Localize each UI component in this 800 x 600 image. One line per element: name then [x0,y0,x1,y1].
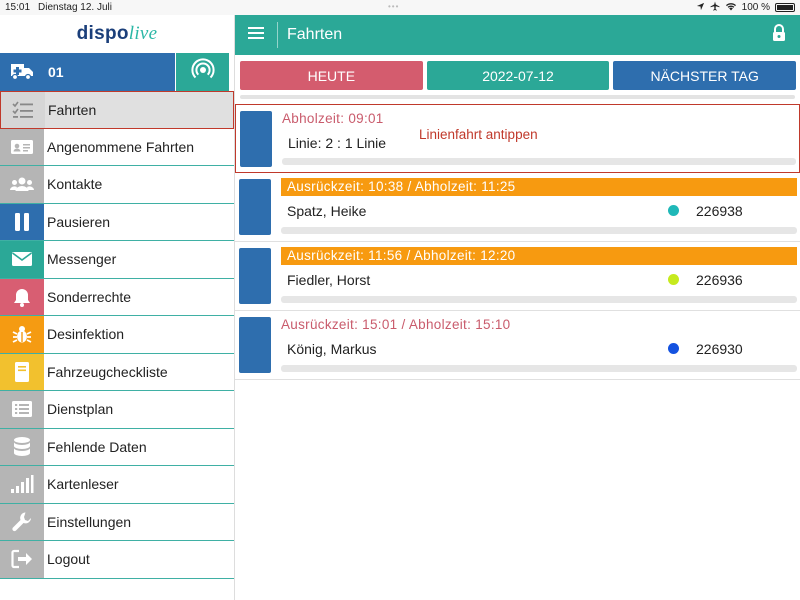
bug-icon [0,316,44,353]
sidebar-item-dienstplan[interactable]: Dienstplan [0,391,234,429]
sidebar-item-kartenleser[interactable]: Kartenleser [0,466,234,504]
sidebar-item-fahrten[interactable]: Fahrten [0,91,234,129]
wrench-icon [0,503,44,540]
trip-progress [282,158,796,165]
trip-time: Ausrückzeit: 10:38 / Abholzeit: 11:25 [281,178,797,196]
trip-number: 226938 [696,203,743,219]
vehicle-number: 01 [48,64,64,80]
broadcast-icon [191,57,215,87]
page-title: Fahrten [287,26,343,43]
trip-name: König, Markus [287,341,377,357]
trip-progress [281,365,797,372]
menu-button[interactable] [235,15,277,55]
app-header: Fahrten [235,15,800,55]
sidebar-item-sonderrechte[interactable]: Sonderrechte [0,278,234,316]
sidebar-item-label: Dienstplan [47,401,114,418]
trip-name: Fiedler, Horst [287,272,371,288]
pause-icon [0,203,44,240]
trip-time: Ausrückzeit: 11:56 / Abholzeit: 12:20 [281,247,797,265]
sidebar-item-label: Messenger [47,251,117,268]
trip-card[interactable]: Ausrückzeit: 15:01 / Abholzeit: 15:10 Kö… [235,311,800,380]
trip-status-marker [239,248,271,304]
sidebar-item-messenger[interactable]: Messenger [0,241,234,279]
trip-status-marker [240,111,272,167]
battery-percent: 100 % [741,2,770,13]
bell-icon [0,278,44,315]
trip-name: Linie: 2 : 1 Linie [288,135,387,151]
status-date: Dienstag 12. Juli [38,2,112,13]
trip-card[interactable]: Ausrückzeit: 10:38 / Abholzeit: 11:25 Sp… [235,173,800,242]
airplane-icon [710,1,720,14]
book-icon [0,353,44,390]
radio-status-button[interactable] [176,53,230,91]
trip-list: Abholzeit: 09:01 Linie: 2 : 1 Linie Lini… [235,104,800,380]
sidebar-item-label: Angenommene Fahrten [47,138,195,155]
battery-icon [775,3,795,12]
trip-status-dot [668,274,679,285]
multitask-dots[interactable]: ••• [388,2,399,11]
sidebar-item-kontakte[interactable]: Kontakte [0,166,234,204]
trip-time: Ausrückzeit: 15:01 / Abholzeit: 15:10 [281,317,511,332]
app-logo: dispo live [0,15,234,53]
trip-status-dot [668,343,679,354]
sidebar-item-label: Fahrten [48,101,97,118]
sidebar-item-label: Fehlende Daten [47,438,147,455]
location-icon [696,2,705,14]
vehicle-selector[interactable]: 01 [0,53,176,91]
ambulance-icon [10,62,34,83]
status-time: 15:01 [5,2,31,13]
trip-time: Abholzeit: 09:01 [282,111,384,126]
list-check-icon [1,92,45,128]
database-icon [0,428,44,465]
users-icon [0,166,44,203]
sidebar-item-label: Sonderrechte [47,288,132,305]
trip-number: 226930 [696,341,743,357]
sidebar-item-fahrzeugcheckliste[interactable]: Fahrzeugcheckliste [0,353,234,391]
envelope-icon [0,241,44,278]
id-card-icon [0,128,44,165]
sidebar-item-label: Kontakte [47,176,103,193]
trip-status-marker [239,179,271,235]
day-navigation: HEUTE 2022-07-12 NÄCHSTER TAG [240,61,797,90]
sidebar-item-label: Pausieren [47,213,111,230]
sidebar-item-fehlende-daten[interactable]: Fehlende Daten [0,428,234,466]
pull-indicator [240,95,795,99]
trip-name: Spatz, Heike [287,203,367,219]
vehicle-row: 01 [0,53,235,91]
today-button[interactable]: HEUTE [240,61,423,90]
signal-bars-icon [0,466,44,503]
logout-icon [0,541,44,578]
lock-icon[interactable] [772,23,786,47]
trip-status-dot [668,205,679,216]
hamburger-icon [248,26,264,45]
sidebar-nav: Fahrten Angenommene Fahrten Kontakte Pau… [0,91,234,579]
next-day-button[interactable]: NÄCHSTER TAG [613,61,797,90]
date-button[interactable]: 2022-07-12 [426,61,610,90]
sidebar-item-angenommene-fahrten[interactable]: Angenommene Fahrten [0,128,234,166]
sidebar: dispo live 01 Fahrten Angenommene Fahrte… [0,15,235,600]
sidebar-item-label: Fahrzeugcheckliste [47,363,168,380]
trip-hint: Linienfahrt antippen [419,127,538,142]
sidebar-item-label: Einstellungen [47,513,132,530]
spacer [229,53,235,91]
sidebar-item-label: Desinfektion [47,326,125,343]
list-icon [0,391,44,428]
trip-card[interactable]: Ausrückzeit: 11:56 / Abholzeit: 12:20 Fi… [235,242,800,311]
trip-progress [281,296,797,303]
trip-card[interactable]: Abholzeit: 09:01 Linie: 2 : 1 Linie Lini… [235,104,800,173]
sidebar-item-label: Logout [47,551,90,568]
trip-number: 226936 [696,272,743,288]
sidebar-item-label: Kartenleser [47,476,119,493]
trip-progress [281,227,797,234]
sidebar-item-logout[interactable]: Logout [0,541,234,579]
wifi-icon [725,2,737,14]
trip-status-marker [239,317,271,373]
sidebar-item-einstellungen[interactable]: Einstellungen [0,503,234,541]
sidebar-item-desinfektion[interactable]: Desinfektion [0,316,234,354]
status-bar: 15:01 Dienstag 12. Juli ••• 100 % [0,0,800,15]
logo-accent: live [128,23,158,44]
logo-main: dispo [76,23,129,44]
sidebar-item-pausieren[interactable]: Pausieren [0,203,234,241]
